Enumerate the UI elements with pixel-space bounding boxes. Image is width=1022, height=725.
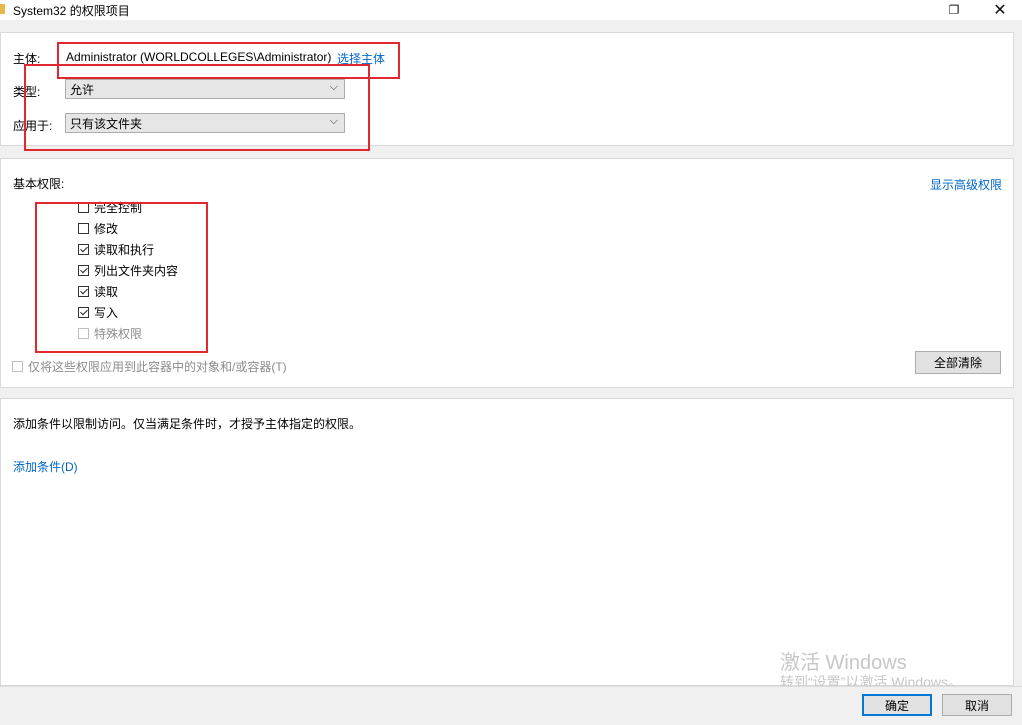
permission-list-folder[interactable]: 列出文件夹内容 (78, 261, 178, 279)
applies-to-label: 应用于: (13, 119, 53, 133)
permission-write[interactable]: 写入 (78, 303, 118, 321)
checkbox-special (78, 327, 89, 339)
type-dropdown[interactable]: 允许 ⌵ (65, 79, 345, 99)
checkbox-read-execute[interactable] (78, 243, 89, 255)
permission-label: 特殊权限 (94, 326, 143, 341)
permission-label: 修改 (94, 221, 119, 236)
add-condition-link[interactable]: 添加条件(D) (13, 458, 78, 475)
cancel-button[interactable]: 取消 (942, 694, 1012, 716)
activation-watermark-title: 激活 Windows (780, 652, 907, 674)
restore-button[interactable]: ❐ (934, 0, 974, 20)
checkbox-apply-only (12, 360, 23, 372)
permission-label: 读取 (94, 284, 119, 299)
applies-to-dropdown[interactable]: 只有该文件夹 ⌵ (65, 113, 345, 133)
window-title: System32 的权限项目 (13, 4, 130, 18)
apply-only-label: 仅将这些权限应用到此容器中的对象和/或容器(T) (28, 359, 287, 374)
permission-read[interactable]: 读取 (78, 282, 118, 300)
conditions-panel: 添加条件以限制访问。仅当满足条件时，才授予主体指定的权限。 添加条件(D) (0, 398, 1014, 686)
restore-icon: ❐ (948, 3, 960, 17)
permission-special: 特殊权限 (78, 324, 142, 342)
permission-read-execute[interactable]: 读取和执行 (78, 240, 154, 258)
permission-label: 写入 (94, 305, 119, 320)
chevron-down-icon: ⌵ (329, 81, 338, 93)
show-advanced-permissions-link[interactable]: 显示高级权限 (930, 176, 1002, 193)
checkbox-full-control[interactable] (78, 201, 89, 213)
close-icon: ✕ (993, 2, 1007, 19)
principal-label: 主体: (13, 52, 41, 66)
clear-all-button[interactable]: 全部清除 (915, 351, 1001, 374)
permission-label: 读取和执行 (94, 242, 155, 257)
checkbox-read[interactable] (78, 285, 89, 297)
close-button[interactable]: ✕ (980, 0, 1020, 20)
type-label: 类型: (13, 85, 41, 99)
permission-label: 完全控制 (94, 200, 143, 215)
checkbox-write[interactable] (78, 306, 89, 318)
chevron-down-icon: ⌵ (329, 115, 338, 127)
permissions-panel: 基本权限: 显示高级权限 完全控制 修改 读取和执行 列出文件夹内容 读取 写入… (0, 158, 1014, 388)
checkbox-list-folder[interactable] (78, 264, 89, 276)
select-principal-link[interactable]: 选择主体 (337, 50, 385, 67)
applies-to-value: 只有该文件夹 (70, 116, 143, 131)
principal-value: Administrator (WORLDCOLLEGES\Administrat… (66, 50, 332, 64)
permission-full-control[interactable]: 完全控制 (78, 198, 142, 216)
principal-panel: 主体: Administrator (WORLDCOLLEGES\Adminis… (0, 32, 1014, 146)
apply-only-option: 仅将这些权限应用到此容器中的对象和/或容器(T) (12, 357, 287, 375)
type-value: 允许 (70, 82, 95, 97)
title-bar: System32 的权限项目 ❐ ✕ (0, 0, 1022, 20)
permission-label: 列出文件夹内容 (94, 263, 179, 278)
conditions-description: 添加条件以限制访问。仅当满足条件时，才授予主体指定的权限。 (13, 417, 362, 431)
basic-permissions-heading: 基本权限: (13, 177, 65, 191)
ok-button[interactable]: 确定 (862, 694, 932, 716)
folder-icon (0, 4, 5, 14)
permission-modify[interactable]: 修改 (78, 219, 118, 237)
checkbox-modify[interactable] (78, 222, 89, 234)
